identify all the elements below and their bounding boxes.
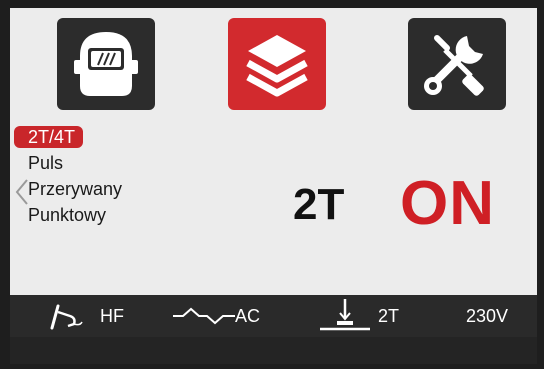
torch-icon <box>50 304 83 330</box>
trigger-label: 2T <box>378 306 400 326</box>
tools-tile[interactable] <box>408 18 506 110</box>
welding-helmet-tile[interactable] <box>57 18 155 110</box>
chevron-left-icon[interactable] <box>14 178 30 206</box>
state-value: ON <box>400 169 495 238</box>
voltage-label: 230V <box>466 306 509 326</box>
mode-menu: 2T/4T Puls Przerywany Punktowy <box>14 126 130 228</box>
layers-icon <box>246 35 308 97</box>
mode-value: 2T <box>293 180 345 229</box>
tools-icon <box>424 35 484 96</box>
ac-wave-icon <box>173 307 235 325</box>
welding-helmet-icon <box>74 32 138 96</box>
menu-item-2t4t[interactable]: 2T/4T <box>14 126 84 148</box>
layers-tile[interactable] <box>228 18 326 110</box>
menu-item-puls[interactable]: Puls <box>14 150 130 176</box>
menu-item-punktowy[interactable]: Punktowy <box>14 202 130 228</box>
bottom-strip <box>10 337 537 364</box>
display-screen: 2T/4T Puls Przerywany Punktowy 2T ON HF … <box>10 8 537 364</box>
status-bar: HF AC 2T 230V <box>10 295 537 337</box>
menu-item-przerywany[interactable]: Przerywany <box>14 176 130 202</box>
ac-label: AC <box>235 306 261 326</box>
trigger-icon <box>320 299 370 331</box>
hf-label: HF <box>100 306 124 326</box>
